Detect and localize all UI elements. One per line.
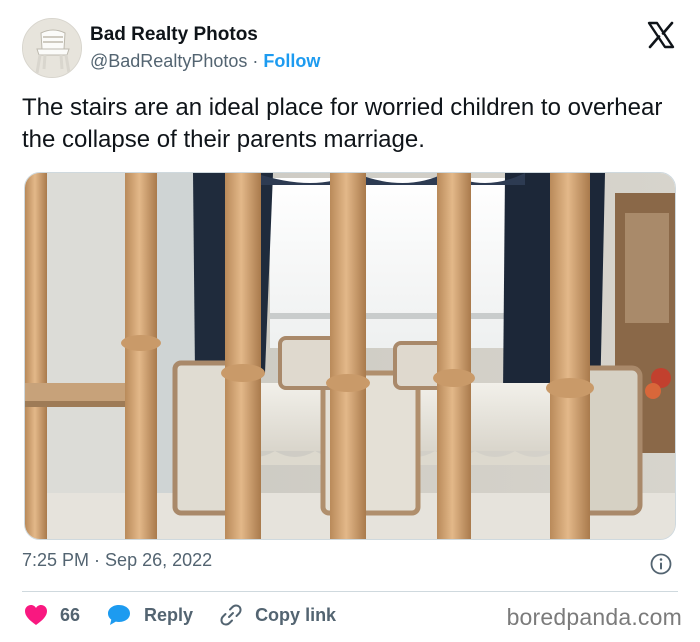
dining-room-through-banisters-image [25,173,675,539]
x-logo-icon[interactable] [646,20,676,50]
reply-bubble-icon [108,605,131,625]
heart-icon [25,605,47,625]
reply-button[interactable]: Reply [106,603,193,627]
tweet-time: 7:25 PM [22,550,90,570]
info-icon[interactable] [650,553,672,575]
tweet-actions: 66 Reply Copy link [24,600,362,630]
handle-row: @BadRealtyPhotos · Follow [90,51,320,72]
avatar[interactable] [22,18,82,78]
meta-separator: · [94,550,101,570]
tweet-photo[interactable] [24,172,676,540]
watermark: boredpanda.com [506,604,682,630]
like-count: 66 [60,604,81,625]
tweet-text: The stairs are an ideal place for worrie… [22,94,663,153]
link-icon [220,604,242,626]
plastic-chair-image [23,19,81,77]
like-button[interactable]: 66 [24,604,80,626]
display-name[interactable]: Bad Realty Photos [90,24,258,46]
handle[interactable]: @BadRealtyPhotos [90,51,247,71]
reply-label: Reply [144,604,194,625]
copy-link-button[interactable]: Copy link [219,603,336,627]
copy-link-label: Copy link [255,604,337,625]
follow-button[interactable]: Follow [263,51,320,71]
tweet-timestamp[interactable]: 7:25 PM · Sep 26, 2022 [22,550,212,571]
tweet-date: Sep 26, 2022 [105,550,213,570]
separator: · [252,51,259,71]
tweet-header: Bad Realty Photos @BadRealtyPhotos · Follo… [22,18,678,80]
divider [22,591,678,592]
